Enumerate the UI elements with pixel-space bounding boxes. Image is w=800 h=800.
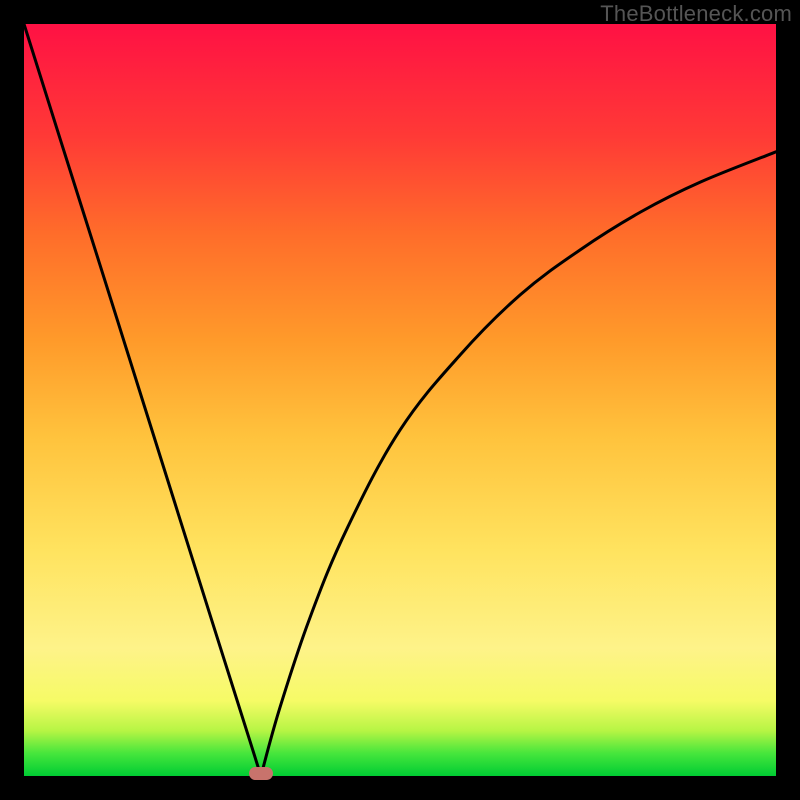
chart-frame: TheBottleneck.com — [0, 0, 800, 800]
minimum-marker — [249, 767, 273, 780]
plot-area — [24, 24, 776, 776]
curve-right — [261, 152, 776, 776]
curve-left — [24, 24, 261, 776]
bottleneck-curve — [24, 24, 776, 776]
